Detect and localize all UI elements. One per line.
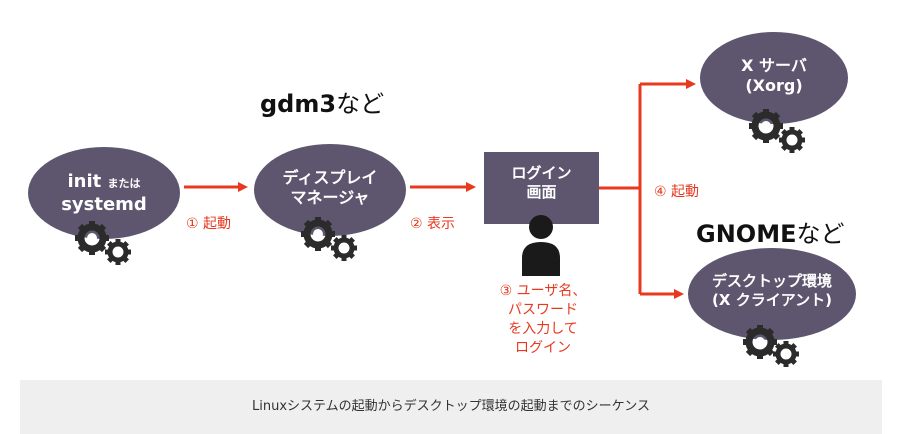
gdm3-label-rest: など [336, 90, 385, 118]
gdm3-label: gdm3など [260, 84, 384, 119]
step2-label: ② 表示 [410, 216, 456, 232]
gnome-label: GNOMEなど [696, 214, 844, 249]
gnome-label-rest: など [796, 220, 845, 248]
node-desktop-line1: デスクトップ環境 [711, 272, 832, 290]
node-desktop-line2: (X クライアント) [712, 290, 832, 309]
node-init-label: init または systemd [44, 171, 164, 216]
gear-icon [105, 239, 131, 265]
node-init-line1: init [67, 171, 102, 192]
gear-icon [743, 325, 777, 359]
step3-line3: を入力して [508, 321, 578, 337]
node-init-line2: systemd [61, 193, 147, 215]
gear-icon [773, 341, 799, 367]
step3-line2: パスワード [508, 302, 578, 318]
gear-icon [301, 217, 335, 251]
gear-icon [75, 221, 109, 255]
step1-label: ① 起動 [186, 216, 232, 232]
step3-line1: ③ ユーザ名、 [499, 283, 587, 299]
user-icon [522, 215, 560, 276]
gear-icon [779, 127, 805, 153]
node-display-manager-label: ディスプレイ マネージャ [260, 168, 400, 208]
gear-icon [749, 109, 783, 143]
node-login-screen-line1: ログイン [511, 164, 572, 182]
node-login-screen-line2: 画面 [526, 182, 557, 201]
node-x-server-label: X サーバ (Xorg) [704, 56, 844, 96]
node-login-screen-label: ログイン 画面 [484, 164, 599, 202]
node-desktop-label: デスクトップ環境 (X クライアント) [692, 272, 852, 310]
gdm3-label-bold: gdm3 [260, 90, 337, 118]
step4-label: ④ 起動 [654, 184, 700, 200]
caption-bar: Linuxシステムの起動からデスクトップ環境の起動までのシーケンス [20, 380, 882, 434]
gear-icon [331, 235, 357, 261]
node-x-server-line1: X サーバ [741, 56, 807, 75]
step3-line4: ログイン [515, 340, 571, 356]
node-init-line1-small: または [107, 177, 141, 190]
step3-label: ③ ユーザ名、 パスワード を入力して ログイン [478, 282, 608, 358]
caption-text: Linuxシステムの起動からデスクトップ環境の起動までのシーケンス [252, 399, 650, 414]
gnome-label-bold: GNOME [696, 220, 797, 248]
node-display-manager-line1: ディスプレイ [282, 168, 378, 187]
node-display-manager-line2: マネージャ [290, 188, 370, 207]
node-x-server-line2: (Xorg) [745, 76, 803, 95]
